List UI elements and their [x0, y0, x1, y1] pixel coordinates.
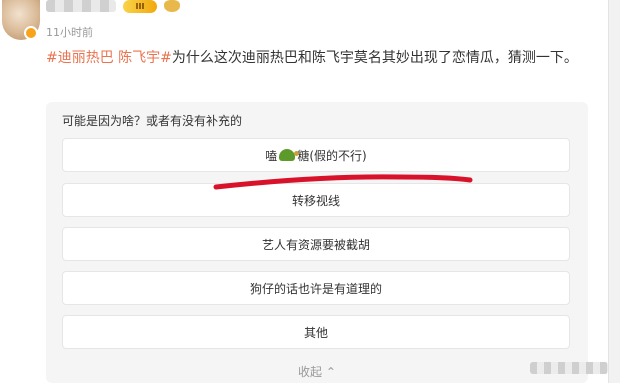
watermark-blurred [530, 362, 608, 374]
hashtag-link[interactable]: #迪丽热巴 陈飞宇# [46, 50, 172, 66]
poll-option-2-label: 转移视线 [291, 193, 340, 208]
poll-option-1-label-end: 糖(假的不行) [297, 148, 367, 163]
collapse-button[interactable]: 收起 ⌃ [46, 363, 588, 380]
scrollbar[interactable] [608, 0, 620, 383]
poll-option-5[interactable]: 其他 [62, 315, 570, 349]
verified-badge-icon [24, 26, 38, 40]
chevron-up-icon: ⌃ [325, 365, 336, 379]
collapse-label: 收起 [298, 365, 323, 379]
poll-option-3[interactable]: 艺人有资源要被截胡 [62, 227, 570, 261]
poll-option-2[interactable]: 转移视线 [62, 183, 570, 217]
poll-question: 可能是因为啥？或者有没有补充的 [62, 114, 243, 128]
poll-option-5-label: 其他 [303, 325, 328, 340]
poll-option-1-label-start: 嗑 [265, 148, 278, 163]
poll-option-4-label: 狗仔的话也许是有道理的 [249, 281, 382, 296]
poll-option-4[interactable]: 狗仔的话也许是有道理的 [62, 271, 570, 305]
poll-option-1[interactable]: 嗑 糖(假的不行) [62, 138, 570, 172]
poll-option-3-label: 艺人有资源要被截胡 [261, 237, 370, 252]
post-body: 为什么这次迪丽热巴和陈飞宇莫名其妙出现了恋情瓜，猜测一下。 [171, 50, 578, 66]
level-badge: III [123, 0, 157, 13]
username-blurred[interactable] [46, 0, 116, 12]
post-text: #迪丽热巴 陈飞宇#为什么这次迪丽热巴和陈飞宇莫名其妙出现了恋情瓜，猜测一下。 [46, 46, 586, 70]
poll-card: 可能是因为啥？或者有没有补充的 嗑糖(假的不行) 转移视线 艺人有资源要被截胡 … [46, 102, 588, 383]
pet-icon [164, 0, 180, 12]
post-time[interactable]: 11小时前 [46, 24, 93, 40]
turtle-emoji-icon [279, 149, 300, 161]
